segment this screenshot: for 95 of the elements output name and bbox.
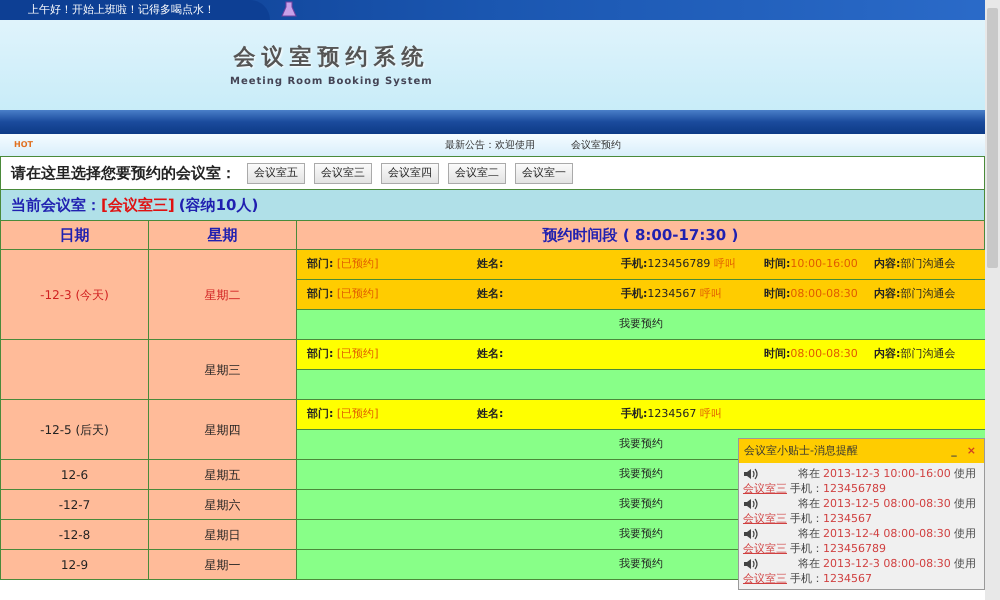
book-link[interactable]: 我要预约 bbox=[619, 316, 663, 333]
weekday-cell: 星期四 bbox=[149, 400, 297, 460]
booking-content: 部门沟通会 bbox=[900, 347, 956, 360]
booked-status: [已预约] bbox=[336, 287, 378, 300]
popup-title: 会议室小贴士-消息提醒 bbox=[744, 442, 858, 459]
date-cell: -12-8 bbox=[1, 520, 149, 550]
date-cell: 12-6 bbox=[1, 460, 149, 490]
reminder-time: 2013-12-5 08:00-08:30 bbox=[823, 496, 951, 511]
book-link[interactable]: 我要预约 bbox=[619, 556, 663, 573]
department-label: 部门: bbox=[307, 347, 334, 360]
room-button[interactable]: 会议室一 bbox=[515, 162, 573, 184]
phone-number: 1234567 bbox=[647, 287, 696, 300]
system-subtitle: Meeting Room Booking System bbox=[230, 75, 433, 89]
reminder-prefix: 将在 bbox=[798, 466, 820, 481]
book-link[interactable]: 我要预约 bbox=[619, 496, 663, 513]
weekday-cell: 星期日 bbox=[149, 520, 297, 550]
department-label: 部门: bbox=[307, 287, 334, 300]
department-label: 部门: bbox=[307, 407, 334, 420]
current-room-name: [会议室三] bbox=[101, 194, 175, 216]
room-button[interactable]: 会议室三 bbox=[314, 162, 372, 184]
content-label: 内容: bbox=[874, 287, 900, 300]
room-link[interactable]: 会议室三 bbox=[743, 572, 787, 585]
reminder-phone: 手机：1234567 bbox=[790, 512, 872, 525]
content-label: 内容: bbox=[874, 257, 900, 270]
booking-content: 部门沟通会 bbox=[900, 257, 956, 270]
minimize-button[interactable]: _ bbox=[948, 442, 960, 460]
phone-label: 手机: bbox=[621, 257, 648, 270]
date-cell: 12-9 bbox=[1, 550, 149, 580]
department-label: 部门: bbox=[307, 257, 334, 270]
booked-status: [已预约] bbox=[336, 407, 378, 420]
date-cell: -12-5 (后天) bbox=[1, 400, 149, 460]
speaker-icon bbox=[743, 558, 759, 570]
time-label: 时间: bbox=[764, 287, 790, 300]
speaker-icon bbox=[743, 468, 759, 480]
column-header: 预约时间段 ( 8:00-17:30 ) bbox=[542, 224, 738, 246]
booking-content: 部门沟通会 bbox=[900, 287, 956, 300]
notice-text: 最新公告：欢迎使用 bbox=[444, 138, 535, 152]
speaker-icon bbox=[743, 498, 759, 510]
reminder-phone: 手机：123456789 bbox=[790, 482, 886, 495]
name-label: 姓名: bbox=[477, 347, 504, 360]
reminder-prefix: 将在 bbox=[798, 556, 820, 571]
time-label: 时间: bbox=[764, 347, 790, 360]
current-room-label: 当前会议室： bbox=[11, 194, 101, 216]
booking-link[interactable]: 会议室预约 bbox=[570, 138, 621, 152]
name-label: 姓名: bbox=[477, 257, 504, 270]
date-cell: -12-3 (今天) bbox=[1, 250, 149, 340]
room-button[interactable]: 会议室四 bbox=[381, 162, 439, 184]
reminder-suffix: 使用 bbox=[954, 526, 976, 541]
reminder-phone: 手机：123456789 bbox=[790, 542, 886, 555]
phone-number: 1234567 bbox=[647, 407, 696, 420]
reminder-time: 2013-12-3 10:00-16:00 bbox=[823, 466, 951, 481]
reminder-suffix: 使用 bbox=[954, 466, 976, 481]
weekday-cell: 星期六 bbox=[149, 490, 297, 520]
room-button[interactable]: 会议室二 bbox=[448, 162, 506, 184]
phone-label: 手机: bbox=[621, 287, 648, 300]
booking-time: 10:00-16:00 bbox=[790, 257, 858, 270]
content-label: 内容: bbox=[874, 347, 900, 360]
reminder-prefix: 将在 bbox=[798, 526, 820, 541]
phone-number: 123456789 bbox=[647, 257, 710, 270]
weekday-cell: 星期二 bbox=[149, 250, 297, 340]
time-label: 时间: bbox=[764, 257, 790, 270]
scrollbar[interactable] bbox=[985, 0, 1000, 600]
room-link[interactable]: 会议室三 bbox=[743, 542, 787, 555]
name-label: 姓名: bbox=[477, 287, 504, 300]
hot-label: HOT bbox=[14, 139, 33, 151]
column-header: 星期 bbox=[208, 224, 238, 246]
room-button[interactable]: 会议室五 bbox=[247, 162, 305, 184]
book-link[interactable]: 我要预约 bbox=[619, 436, 663, 453]
book-link[interactable]: 我要预约 bbox=[619, 466, 663, 483]
room-prompt: 请在这里选择您要预约的会议室： bbox=[11, 162, 236, 184]
reminder-suffix: 使用 bbox=[954, 556, 976, 571]
reminder-time: 2013-12-4 08:00-08:30 bbox=[823, 526, 951, 541]
booking-time: 08:00-08:30 bbox=[790, 287, 858, 300]
phone-label: 手机: bbox=[621, 407, 648, 420]
reminder-suffix: 使用 bbox=[954, 496, 976, 511]
greeting-text: 上午好！开始上班啦！记得多喝点水！ bbox=[28, 2, 215, 18]
weekday-cell: 星期一 bbox=[149, 550, 297, 580]
booking-time: 08:00-08:30 bbox=[790, 347, 858, 360]
weekday-cell: 星期三 bbox=[149, 340, 297, 400]
booked-status: [已预约] bbox=[336, 347, 378, 360]
reminder-phone: 手机：1234567 bbox=[790, 572, 872, 585]
booked-status: [已预约] bbox=[336, 257, 378, 270]
reminder-prefix: 将在 bbox=[798, 496, 820, 511]
room-link[interactable]: 会议室三 bbox=[743, 482, 787, 495]
room-capacity: (容纳10人) bbox=[178, 194, 258, 216]
weekday-cell: 星期五 bbox=[149, 460, 297, 490]
book-link[interactable]: 我要预约 bbox=[619, 526, 663, 543]
call-link[interactable]: 呼叫 bbox=[700, 407, 722, 420]
column-header: 日期 bbox=[60, 224, 90, 246]
name-label: 姓名: bbox=[477, 407, 504, 420]
room-link[interactable]: 会议室三 bbox=[743, 512, 787, 525]
speaker-icon bbox=[743, 528, 759, 540]
reminder-time: 2013-12-3 08:00-08:30 bbox=[823, 556, 951, 571]
system-title: 会议室预约系统 bbox=[233, 44, 430, 72]
date-cell: -12-7 bbox=[1, 490, 149, 520]
